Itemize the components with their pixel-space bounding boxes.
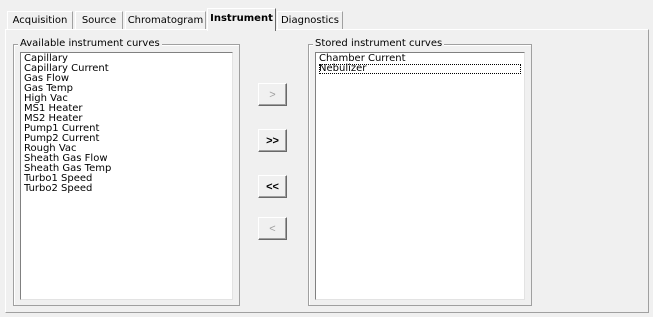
available-curves-label: Available instrument curves — [18, 38, 162, 50]
tab-instrument[interactable]: Instrument — [207, 8, 276, 31]
add-all-button[interactable]: >> — [258, 129, 287, 152]
remove-all-button[interactable]: << — [258, 175, 287, 198]
tab-chromatogram[interactable]: Chromatogram — [125, 11, 206, 29]
stored-curves-label: Stored instrument curves — [313, 38, 445, 50]
tab-page-instrument: Available instrument curves Capillary Cap… — [5, 29, 649, 313]
tab-source[interactable]: Source — [75, 11, 123, 29]
stored-curves-group: Stored instrument curves Chamber Current… — [308, 38, 532, 306]
list-item[interactable]: Turbo2 Speed — [24, 184, 232, 194]
add-button[interactable]: > — [258, 83, 287, 106]
available-curves-list[interactable]: Capillary Capillary Current Gas Flow Gas Te… — [20, 52, 233, 300]
tab-diagnostics[interactable]: Diagnostics — [277, 11, 343, 29]
tab-strip: Acquisition Source Chromatogram Instrume… — [0, 0, 653, 31]
remove-button[interactable]: < — [258, 217, 287, 240]
available-curves-group: Available instrument curves Capillary Cap… — [13, 38, 240, 306]
list-item[interactable]: Nebulizer — [319, 64, 521, 74]
tab-acquisition[interactable]: Acquisition — [7, 11, 73, 29]
stored-curves-list[interactable]: Chamber Current Nebulizer — [315, 52, 525, 300]
